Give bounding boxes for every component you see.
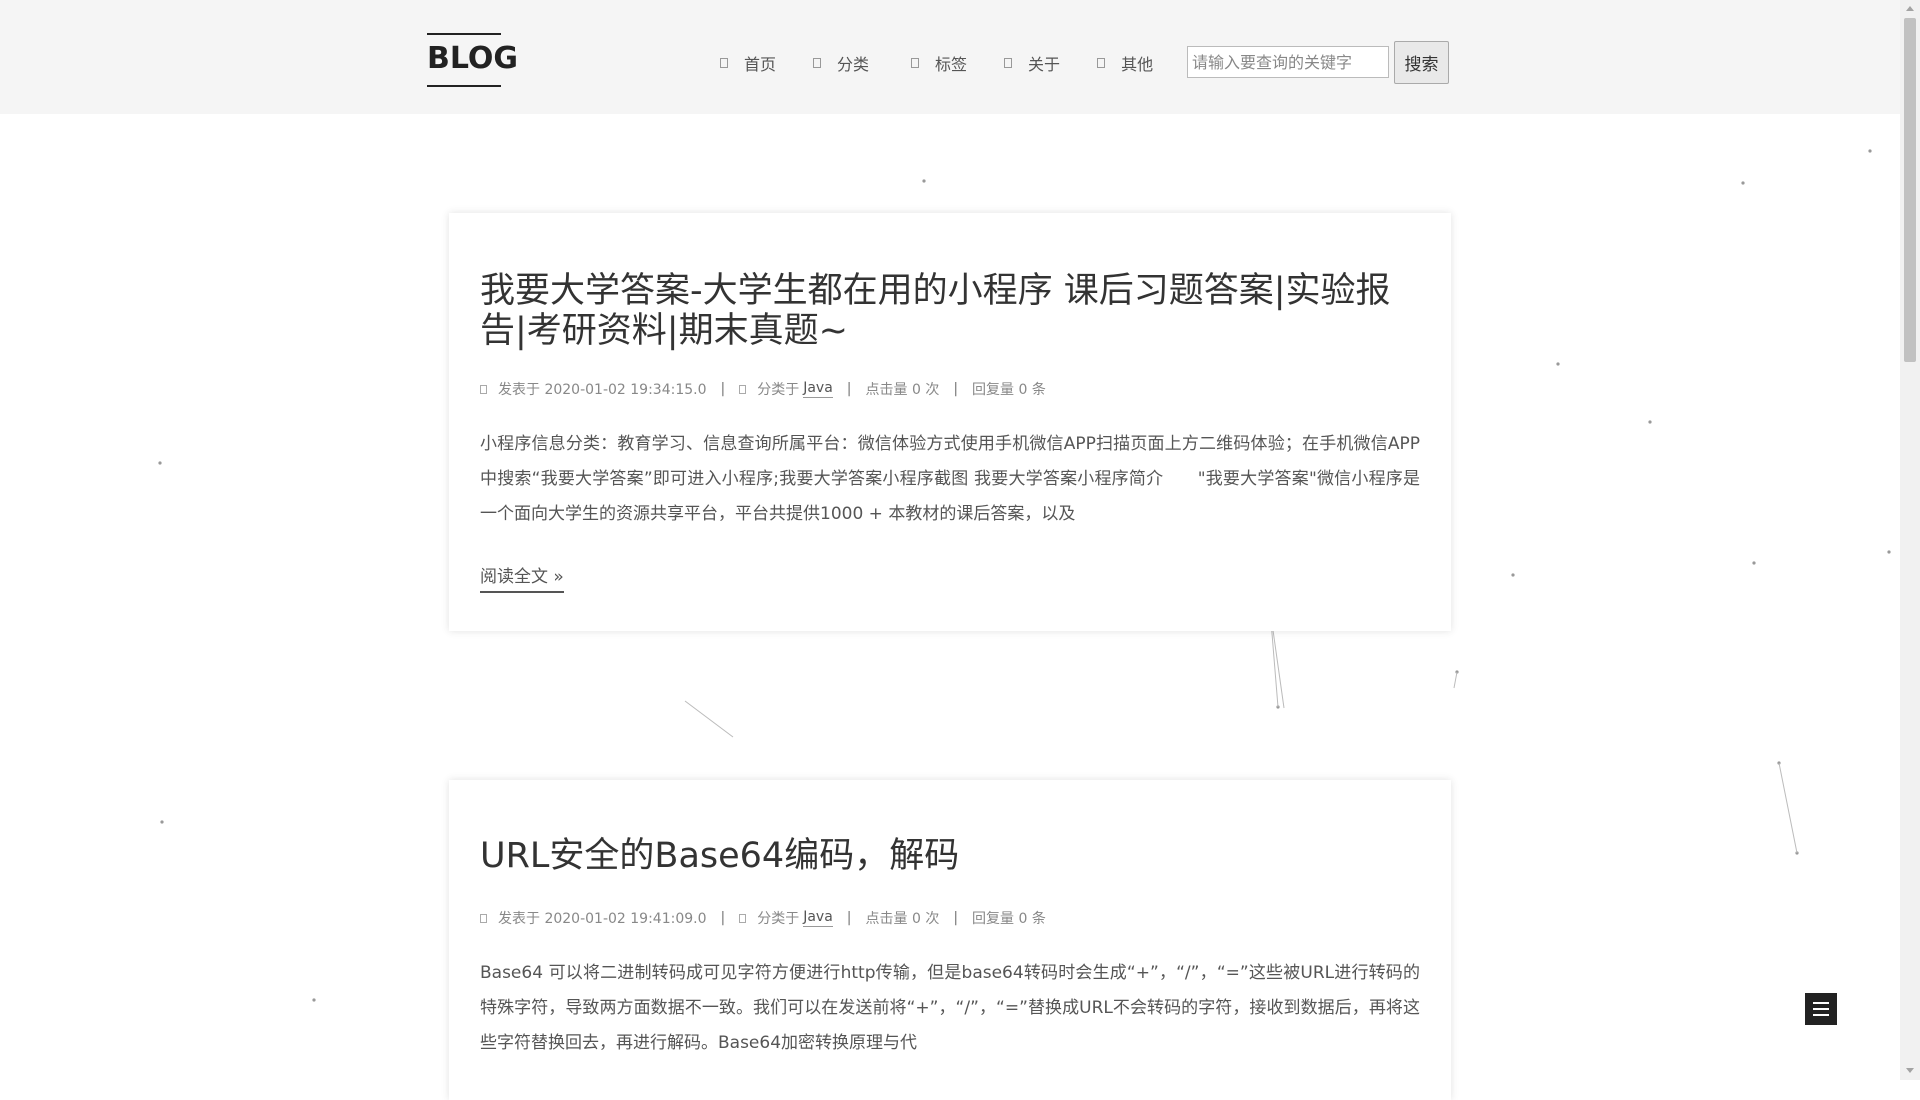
meta-separator: | bbox=[953, 910, 959, 926]
category-icon bbox=[813, 58, 822, 68]
nav-label: 标签 bbox=[935, 55, 968, 74]
folder-icon bbox=[739, 384, 747, 394]
post-title[interactable]: 我要大学答案-大学生都在用的小程序 课后习题答案|实验报告|考研资料|期末真题~ bbox=[480, 213, 1420, 351]
tag-icon bbox=[911, 58, 920, 68]
scrollbar-thumb[interactable] bbox=[1904, 18, 1916, 362]
folder-icon bbox=[739, 913, 747, 923]
particle-dot bbox=[1648, 420, 1652, 424]
nav-item-home[interactable]: 首页 bbox=[720, 51, 776, 75]
search-input[interactable] bbox=[1187, 46, 1389, 78]
particle-dot bbox=[312, 998, 316, 1002]
site-logo[interactable]: BLOG bbox=[427, 33, 518, 87]
category-link[interactable]: Java bbox=[803, 380, 833, 398]
particle-dot bbox=[1556, 362, 1560, 366]
post-excerpt: Base64 可以将二进制转码成可见字符方便进行http传输，但是base64转… bbox=[480, 963, 1420, 1053]
view-count: 点击量 0 次 bbox=[865, 382, 940, 398]
calendar-icon bbox=[480, 384, 487, 394]
category-prefix: 分类于 bbox=[757, 911, 800, 927]
particle-line bbox=[1778, 762, 1798, 854]
scroll-up-icon[interactable] bbox=[1906, 6, 1914, 11]
post-date: 发表于 2020-01-02 19:34:15.0 bbox=[498, 382, 707, 398]
nav-label: 首页 bbox=[744, 55, 777, 74]
particle-dot bbox=[1741, 181, 1745, 185]
page-scrollbar[interactable] bbox=[1900, 0, 1920, 1080]
meta-separator: | bbox=[720, 910, 726, 926]
more-icon bbox=[1097, 58, 1106, 68]
post-card: URL安全的Base64编码，解码 发表于 2020-01-02 19:41:0… bbox=[449, 780, 1451, 1100]
read-more-link[interactable]: 阅读全文 » bbox=[480, 562, 564, 593]
post-date: 发表于 2020-01-02 19:41:09.0 bbox=[498, 911, 707, 927]
nav-label: 分类 bbox=[837, 55, 870, 74]
menu-icon bbox=[1813, 1008, 1829, 1010]
category-link[interactable]: Java bbox=[803, 909, 833, 927]
particle-dot bbox=[158, 461, 162, 465]
post-card: 我要大学答案-大学生都在用的小程序 课后习题答案|实验报告|考研资料|期末真题~… bbox=[449, 213, 1451, 631]
user-icon bbox=[1004, 58, 1013, 68]
meta-separator: | bbox=[846, 381, 852, 397]
scroll-down-icon[interactable] bbox=[1906, 1068, 1914, 1073]
meta-separator: | bbox=[846, 910, 852, 926]
particle-dot bbox=[1511, 573, 1515, 577]
menu-icon bbox=[1813, 1014, 1829, 1016]
menu-icon bbox=[1813, 1002, 1829, 1004]
particle-dot bbox=[1887, 550, 1891, 554]
meta-separator: | bbox=[720, 381, 726, 397]
category-prefix: 分类于 bbox=[757, 382, 800, 398]
post-meta: 发表于 2020-01-02 19:41:09.0 | 分类于 Java | 点… bbox=[480, 908, 1420, 928]
search-button[interactable]: 搜索 bbox=[1394, 41, 1449, 84]
nav-item-category[interactable]: 分类 bbox=[813, 51, 869, 75]
nav-label: 其他 bbox=[1121, 55, 1154, 74]
menu-toggle-button[interactable] bbox=[1805, 993, 1837, 1025]
particle-line bbox=[684, 700, 734, 738]
nav-item-other[interactable]: 其他 bbox=[1097, 51, 1153, 75]
main-nav: 首页 分类 标签 关于 其他 bbox=[720, 48, 1190, 78]
post-title[interactable]: URL安全的Base64编码，解码 bbox=[480, 780, 1420, 876]
particle-dot bbox=[160, 820, 164, 824]
nav-item-about[interactable]: 关于 bbox=[1004, 51, 1060, 75]
reply-count: 回复量 0 条 bbox=[972, 911, 1046, 927]
reply-count: 回复量 0 条 bbox=[972, 382, 1046, 398]
particle-dot bbox=[1868, 149, 1872, 153]
site-header: BLOG 首页 分类 标签 关于 其他 搜索 bbox=[0, 0, 1900, 114]
post-excerpt: 小程序信息分类：教育学习、信息查询所属平台：微信体验方式使用手机微信APP扫描页… bbox=[480, 434, 1420, 524]
nav-item-tags[interactable]: 标签 bbox=[911, 51, 967, 75]
calendar-icon bbox=[480, 913, 487, 923]
home-icon bbox=[720, 58, 728, 68]
particle-dot bbox=[1752, 561, 1756, 565]
nav-label: 关于 bbox=[1028, 55, 1061, 74]
particle-line bbox=[1453, 671, 1458, 689]
meta-separator: | bbox=[953, 381, 959, 397]
particle-dot bbox=[922, 179, 926, 183]
post-meta: 发表于 2020-01-02 19:34:15.0 | 分类于 Java | 点… bbox=[480, 379, 1420, 399]
view-count: 点击量 0 次 bbox=[865, 911, 940, 927]
